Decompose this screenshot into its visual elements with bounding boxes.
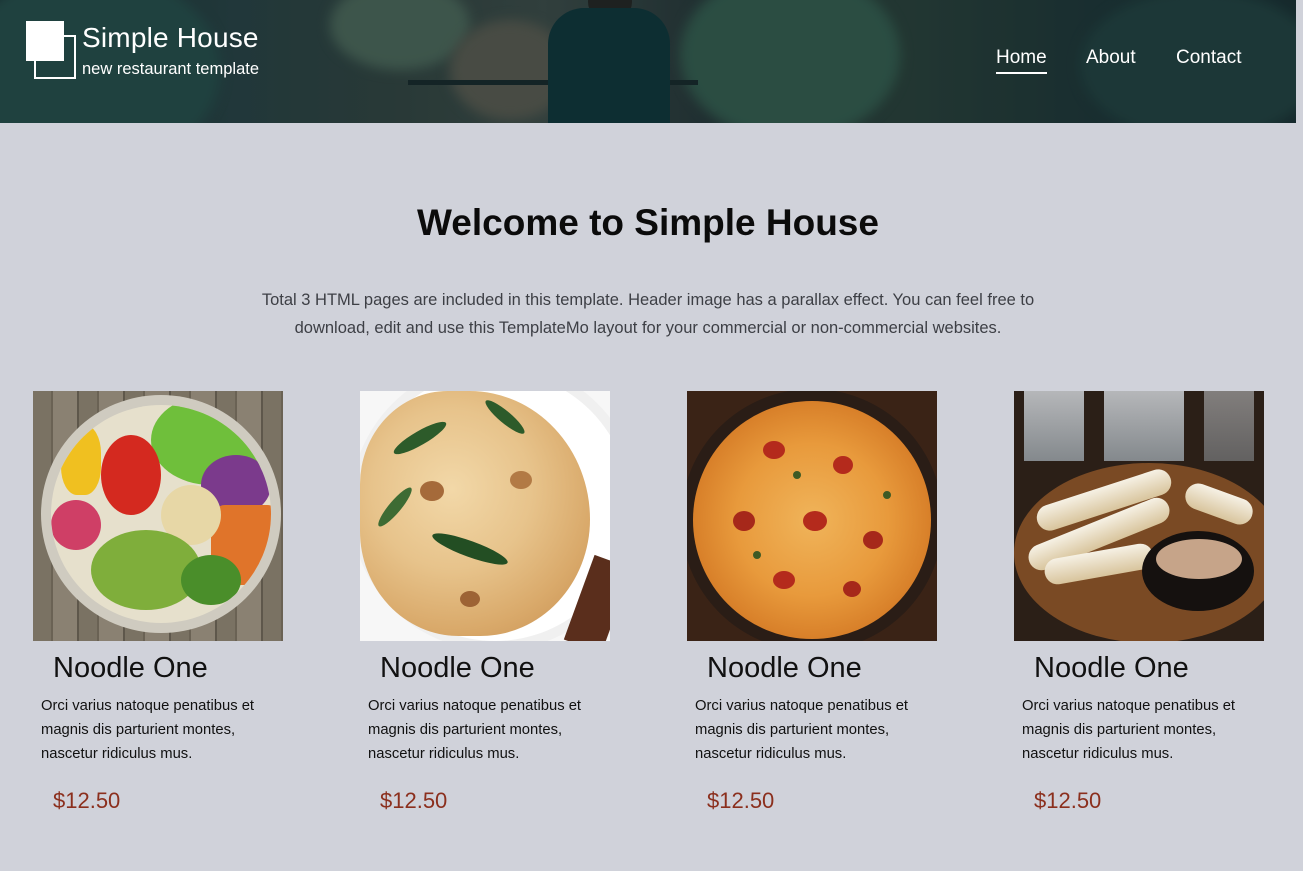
pizza-photo[interactable] [687,391,937,641]
pasta-plate-photo[interactable] [360,391,610,641]
nav-home[interactable]: Home [996,47,1047,74]
menu-item-card[interactable]: Noodle One Orci varius natoque penatibus… [360,391,610,813]
welcome-text: Total 3 HTML pages are included in this … [261,291,1035,337]
salad-bowl-photo[interactable] [33,391,283,641]
item-name: Noodle One [707,652,862,684]
calamari-photo[interactable] [1014,391,1264,641]
item-description: Orci varius natoque penatibus et magnis … [1022,698,1236,762]
item-name: Noodle One [1034,652,1189,684]
main-nav: Home About Contact [0,47,1296,75]
item-description: Orci varius natoque penatibus et magnis … [41,698,255,762]
header-banner: Simple House new restaurant template Hom… [0,0,1296,123]
item-price: $12.50 [380,788,448,813]
item-price: $12.50 [53,788,121,813]
item-name: Noodle One [380,652,535,684]
menu-item-card[interactable]: Noodle One Orci varius natoque penatibus… [1014,391,1264,813]
menu-item-card[interactable]: Noodle One Orci varius natoque penatibus… [687,391,937,813]
welcome-title: Welcome to Simple House [417,202,879,243]
nav-about[interactable]: About [1086,47,1136,72]
item-price: $12.50 [707,788,775,813]
item-price: $12.50 [1034,788,1102,813]
item-name: Noodle One [53,652,208,684]
nav-contact[interactable]: Contact [1176,47,1241,72]
item-description: Orci varius natoque penatibus et magnis … [368,698,582,762]
menu-item-card[interactable]: Noodle One Orci varius natoque penatibus… [33,391,283,813]
item-description: Orci varius natoque penatibus et magnis … [695,698,909,762]
